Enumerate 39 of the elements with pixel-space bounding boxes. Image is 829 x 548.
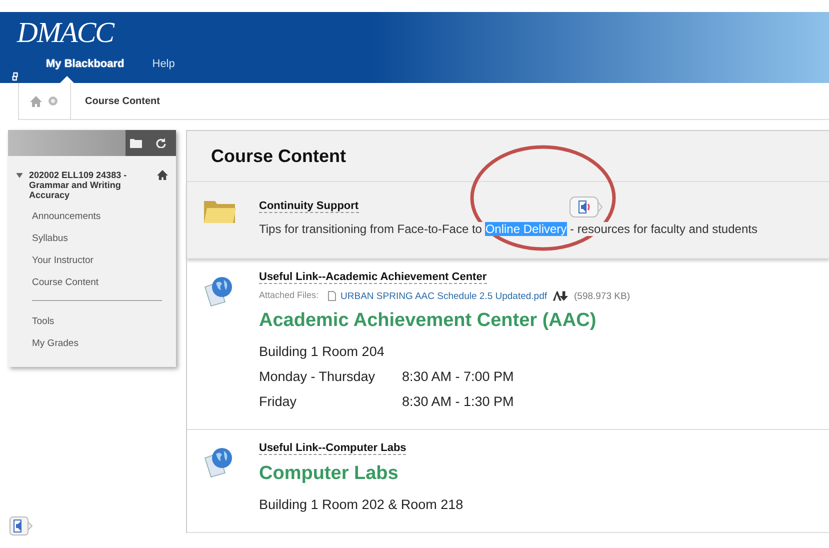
folder-icon[interactable] (130, 138, 142, 148)
section-heading: Academic Achievement Center (AAC) (259, 310, 598, 332)
folder-icon (203, 198, 237, 224)
refresh-icon[interactable] (156, 138, 166, 148)
menu-item[interactable]: My Grades (8, 333, 176, 355)
section-heading: Computer Labs (259, 463, 400, 485)
logo: DMACC (17, 17, 114, 50)
document-icon (328, 291, 336, 301)
info-text: Building 1 Room 202 & Room 218 (259, 497, 464, 512)
globe-page-icon (203, 275, 235, 307)
info-text: Building 1 Room 204 (259, 344, 384, 359)
info-text: Monday - Thursday (259, 369, 376, 384)
file-link[interactable]: URBAN SPRING AAC Schedule 2.5 Updated.pdf (340, 290, 547, 302)
menu-item[interactable]: Announcements (8, 206, 176, 228)
nav-tab[interactable]: Help (152, 58, 175, 70)
menu-item[interactable]: Course Content (8, 272, 176, 294)
expand-icon[interactable] (16, 173, 23, 178)
globe-page-icon (203, 446, 235, 478)
home-icon[interactable] (157, 170, 168, 180)
menu-item[interactable]: Syllabus (8, 228, 176, 250)
link-icon[interactable] (12, 72, 19, 81)
page-title: Course Content (211, 146, 346, 166)
download-icon[interactable] (552, 290, 569, 302)
item-title[interactable]: Useful Link--Academic Achievement Center (259, 271, 487, 284)
info-text: 8:30 AM - 7:00 PM (402, 369, 514, 384)
menu-item[interactable]: Tools (8, 311, 176, 333)
speaker-icon[interactable] (9, 516, 33, 536)
speaker-icon[interactable] (568, 196, 603, 218)
info-text: Friday (259, 394, 298, 409)
item-description: Tips for transitioning from Face-to-Face to Online Delivery - resources for faculty and students (259, 222, 758, 236)
course-title[interactable]: 202002 ELL109 24383 - Grammar and Writing Accuracy (29, 170, 151, 200)
menu-item[interactable]: Your Instructor (8, 250, 176, 272)
item-title[interactable]: Continuity Support (259, 200, 359, 212)
attachment-label: Attached Files: (259, 290, 319, 300)
item-title[interactable]: Useful Link--Computer Labs (259, 442, 406, 455)
breadcrumb-item[interactable]: Course Content (85, 96, 160, 106)
nav-tab[interactable]: My Blackboard (46, 58, 124, 70)
file-size: (598.973 KB) (574, 290, 630, 302)
info-text: 8:30 AM - 1:30 PM (402, 394, 514, 409)
